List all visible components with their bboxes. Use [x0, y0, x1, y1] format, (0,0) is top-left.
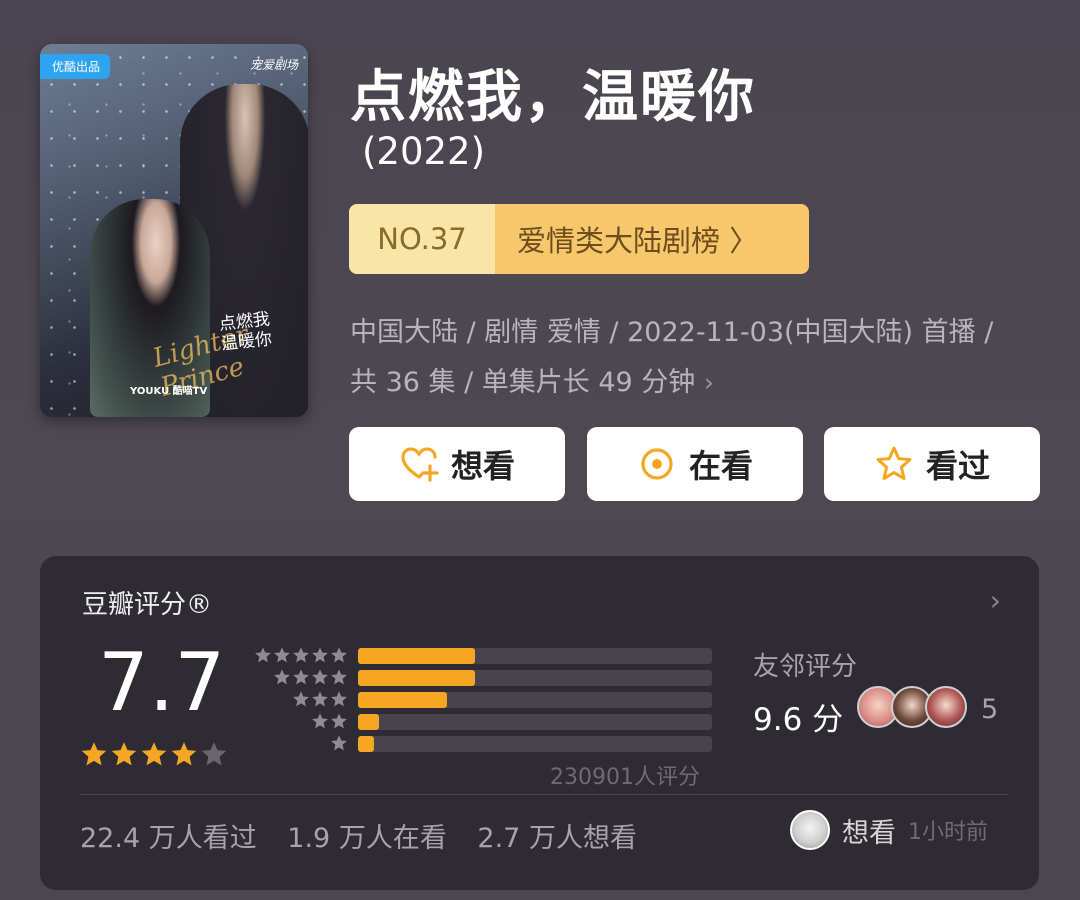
- star-icon: [312, 669, 328, 685]
- distribution-stars: [330, 734, 348, 752]
- star-icon: [312, 647, 328, 663]
- star-icon: [331, 691, 347, 707]
- release-year: (2022): [362, 130, 486, 173]
- rating-stars: [80, 740, 228, 768]
- star-filled-icon: [141, 742, 167, 766]
- distribution-stars: [311, 712, 348, 730]
- distribution-track: [358, 670, 712, 686]
- meta-line-2: 共 36 集 / 单集片长 49 分钟 ›: [350, 358, 1050, 408]
- star-icon: [312, 691, 328, 707]
- rating-distribution: 230901人评分: [250, 646, 720, 790]
- watched-button[interactable]: 看过: [824, 427, 1040, 501]
- friend-count: 5: [981, 694, 999, 725]
- rating-card[interactable]: 豆瓣评分® › 7.7 230901人评分 友邻评分 9.6 分 5 22.4 …: [40, 556, 1039, 890]
- rank-list-name: 爱情类大陆剧榜 〉: [495, 204, 809, 274]
- rating-score: 7.7: [98, 636, 226, 729]
- watching-count: 1.9 万人在看: [287, 823, 447, 854]
- page-title: 点燃我，温暖你: [350, 65, 756, 130]
- activity-action: 想看: [842, 817, 896, 849]
- movie-meta[interactable]: 中国大陆 / 剧情 爱情 / 2022-11-03(中国大陆) 首播 / 共 3…: [350, 308, 1050, 408]
- meta-line-2-text: 共 36 集 / 单集片长 49 分钟: [350, 367, 696, 398]
- activity-time: 1小时前: [908, 820, 988, 845]
- star-icon: [274, 669, 290, 685]
- avatar: [790, 810, 830, 850]
- distribution-track: [358, 714, 712, 730]
- friend-avatars: [857, 686, 967, 728]
- heart-plus-icon: [401, 447, 439, 482]
- distribution-row: [250, 712, 720, 733]
- star-outline-icon: [876, 446, 912, 480]
- distribution-bar: [358, 648, 475, 664]
- meta-line-1: 中国大陆 / 剧情 爱情 / 2022-11-03(中国大陆) 首播 /: [350, 317, 994, 348]
- divider: [80, 794, 1008, 795]
- distribution-stars: [254, 646, 348, 664]
- friend-rating-title: 友邻评分: [753, 652, 858, 682]
- target-icon: [641, 448, 673, 480]
- distribution-track: [358, 736, 712, 752]
- distribution-track: [358, 692, 712, 708]
- star-icon: [293, 669, 309, 685]
- star-icon: [331, 647, 347, 663]
- watching-label: 在看: [688, 447, 753, 485]
- want-count: 2.7 万人想看: [477, 823, 637, 854]
- star-icon: [274, 647, 290, 663]
- friend-activity[interactable]: 想看 1小时前: [790, 810, 988, 850]
- friend-rating[interactable]: 友邻评分 9.6 分 5: [753, 646, 998, 738]
- star-icon: [255, 647, 271, 663]
- star-empty-icon: [201, 742, 227, 766]
- friend-rating-score: 9.6 分: [753, 702, 844, 738]
- chevron-right-icon: ›: [703, 368, 714, 397]
- star-icon: [293, 647, 309, 663]
- star-filled-icon: [111, 742, 137, 766]
- avatar: [925, 686, 967, 728]
- poster-title: 点燃我 温暖你: [218, 309, 273, 354]
- distribution-bar: [358, 714, 380, 730]
- star-filled-icon: [171, 742, 197, 766]
- want-label: 想看: [450, 447, 515, 485]
- ranking-badge[interactable]: NO.37 爱情类大陆剧榜 〉: [349, 204, 809, 274]
- distribution-bar: [358, 692, 447, 708]
- distribution-row: [250, 734, 720, 755]
- rating-count: 230901人评分: [550, 765, 700, 790]
- rank-number: NO.37: [349, 204, 495, 274]
- watched-count: 22.4 万人看过: [80, 823, 257, 854]
- distribution-row: [250, 668, 720, 689]
- chevron-right-icon[interactable]: ›: [990, 584, 1001, 617]
- poster-image[interactable]: 优酷出品 宠爱剧场 Lighter Prince 点燃我 温暖你 YOUKU 酷…: [40, 44, 308, 417]
- poster-logos: YOUKU 酷喵TV: [130, 386, 208, 397]
- distribution-row: [250, 646, 720, 667]
- star-icon: [331, 713, 347, 729]
- star-filled-icon: [81, 742, 107, 766]
- rating-card-title: 豆瓣评分®: [82, 590, 213, 620]
- distribution-stars: [292, 690, 348, 708]
- star-icon: [331, 669, 347, 685]
- distribution-track: [358, 648, 712, 664]
- distribution-bar: [358, 670, 475, 686]
- poster-brand: 宠爱剧场: [249, 58, 298, 72]
- watching-button[interactable]: 在看: [587, 427, 803, 501]
- star-icon: [293, 691, 309, 707]
- distribution-row: [250, 690, 720, 711]
- distribution-bar: [358, 736, 374, 752]
- poster-badge: 优酷出品: [40, 54, 111, 79]
- star-icon: [312, 713, 328, 729]
- watched-label: 看过: [925, 447, 990, 485]
- distribution-stars: [273, 668, 348, 686]
- want-to-watch-button[interactable]: 想看: [349, 427, 565, 501]
- star-icon: [331, 735, 347, 751]
- watch-stats: 22.4 万人看过 1.9 万人在看 2.7 万人想看: [80, 816, 659, 855]
